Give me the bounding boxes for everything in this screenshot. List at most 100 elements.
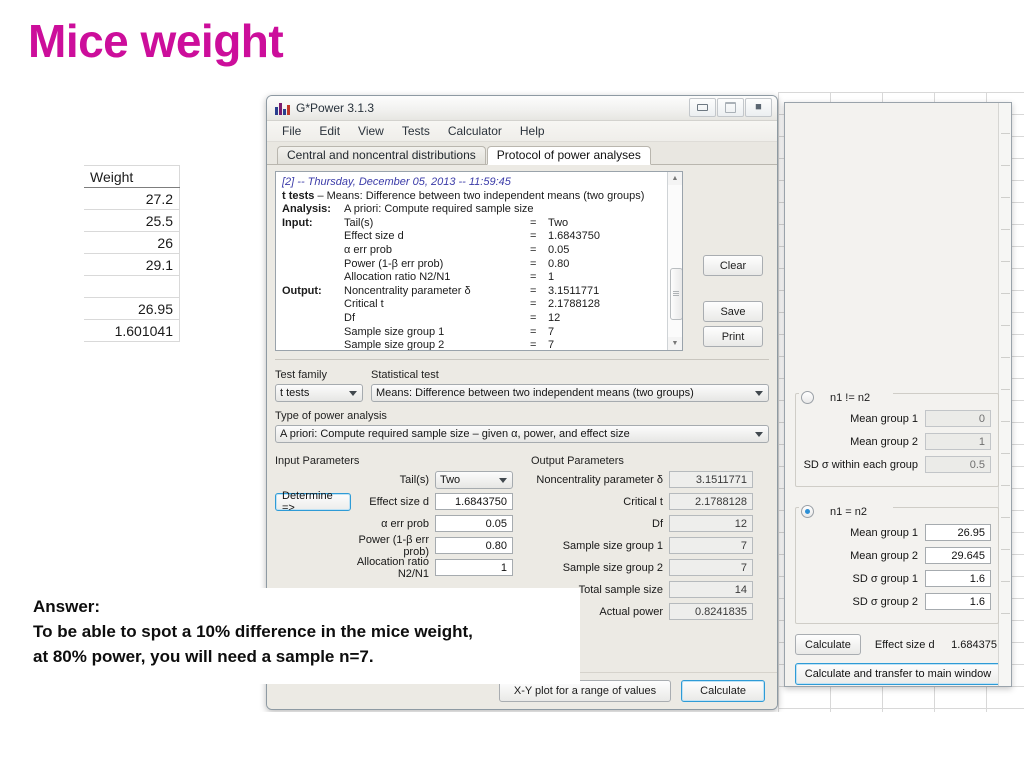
sd-group2-input[interactable]	[925, 593, 991, 610]
protocol-text-area[interactable]: [2] -- Thursday, December 05, 2013 -- 11…	[275, 171, 683, 351]
gpower-titlebar[interactable]: G*Power 3.1.3 ■	[267, 96, 777, 121]
chevron-down-icon	[755, 391, 763, 396]
sd-group1-input[interactable]	[925, 570, 991, 587]
clear-button[interactable]: Clear	[703, 255, 763, 276]
protocol-item-value: 12	[548, 311, 561, 324]
unequal-groups-legend[interactable]: n1 != n2	[799, 391, 893, 404]
minimize-icon[interactable]	[689, 98, 716, 117]
protocol-item-value: 3.1511771	[548, 284, 600, 297]
sample-size-group2-label: Sample size group 2	[562, 561, 663, 574]
statistical-test-label: Statistical test	[371, 369, 439, 381]
df-label: Df	[652, 517, 663, 530]
weight-cell-empty	[84, 275, 180, 298]
table-row: 25.5	[84, 209, 180, 232]
menu-item-view[interactable]: View	[349, 124, 393, 138]
protocol-item-name: Sample size group 1	[344, 325, 445, 338]
mean-group1-unequal-value: 0	[925, 410, 991, 427]
protocol-item-name: Allocation ratio N2/N1	[344, 271, 451, 284]
sample-size-group1-value: 7	[669, 537, 753, 554]
weight-cell: 29.1	[84, 253, 180, 276]
equal-groups-section: n1 = n2 Mean group 1 Mean group 2 SD σ g…	[795, 497, 999, 624]
effect-size-input[interactable]	[435, 493, 513, 510]
menu-item-file[interactable]: File	[273, 124, 310, 138]
alpha-err-prob-input[interactable]	[435, 515, 513, 532]
window-controls: ■	[688, 98, 772, 117]
protocol-eq: =	[530, 230, 537, 243]
maximize-icon[interactable]	[717, 98, 744, 117]
protocol-content: [2] -- Thursday, December 05, 2013 -- 11…	[276, 172, 682, 351]
esd-row-mean2-unequal: Mean group 2 1	[801, 433, 991, 450]
menu-item-tests[interactable]: Tests	[393, 124, 439, 138]
protocol-line: Df = 12	[282, 312, 676, 326]
esd-effect-size-value: 1.684375	[951, 638, 997, 651]
protocol-eq: =	[530, 325, 537, 338]
table-row: 26	[84, 231, 180, 254]
mean-group2-input[interactable]	[925, 547, 991, 564]
df-value: 12	[669, 515, 753, 532]
protocol-line: Output: Noncentrality parameter δ = 3.15…	[282, 285, 676, 299]
weight-column-header: Weight	[84, 165, 180, 188]
esd-row-sd-within: SD σ within each group 0.5	[801, 456, 991, 473]
answer-line-3: at 80% power, you will need a sample n=7…	[33, 647, 374, 666]
protocol-line: Effect size d = 1.6843750	[282, 230, 676, 244]
equal-groups-legend[interactable]: n1 = n2	[799, 505, 893, 518]
calculate-and-transfer-button[interactable]: Calculate and transfer to main window	[795, 663, 1001, 685]
protocol-line: Analysis: A priori: Compute required sam…	[282, 203, 676, 217]
test-family-select[interactable]: t tests	[275, 384, 363, 402]
radio-n1-equals-n2[interactable]	[801, 505, 814, 518]
unequal-groups-label: n1 != n2	[830, 391, 871, 404]
noncentrality-label: Noncentrality parameter δ	[536, 473, 663, 486]
radio-n1-not-equal-n2[interactable]	[801, 391, 814, 404]
protocol-button-column: Clear Save Print	[703, 171, 767, 351]
statistical-test-select[interactable]: Means: Difference between two independen…	[371, 384, 769, 402]
power-input[interactable]	[435, 537, 513, 554]
tails-select[interactable]: Two	[435, 470, 513, 489]
esd-row-sd2: SD σ group 2	[801, 593, 991, 610]
scrollbar-thumb[interactable]	[670, 268, 682, 320]
sd-within-each-group-value: 0.5	[925, 456, 991, 473]
effect-size-dialog-scrollbar[interactable]	[998, 103, 1011, 686]
tab-central-distributions[interactable]: Central and noncentral distributions	[277, 146, 486, 164]
protocol-scrollbar[interactable]: ▲ ▼	[667, 172, 682, 350]
param-row-critical-t: Critical t 2.1788128	[531, 492, 769, 511]
protocol-eq: =	[530, 298, 537, 311]
protocol-line: Power (1-β err prob) = 0.80	[282, 258, 676, 272]
param-row-tails: Tail(s) Two	[275, 470, 523, 489]
param-row-power: Power (1-β err prob)	[275, 534, 523, 558]
allocation-ratio-label: Allocation ratio N2/N1	[356, 555, 429, 580]
protocol-test-line: t tests – Means: Difference between two …	[282, 190, 676, 204]
protocol-line: Sample size group 1 = 7	[282, 326, 676, 340]
unequal-groups-section: n1 != n2 Mean group 1 0 Mean group 2 1 S…	[795, 383, 999, 487]
mean-group2-label: Mean group 2	[850, 549, 918, 562]
esd-calculate-button[interactable]: Calculate	[795, 634, 861, 655]
mean-group2-unequal-label: Mean group 2	[850, 435, 918, 448]
tails-label: Tail(s)	[399, 473, 429, 486]
mean-group1-input[interactable]	[925, 524, 991, 541]
protocol-item-name: Power (1-β err prob)	[344, 257, 444, 270]
protocol-eq: =	[530, 284, 537, 297]
table-row: 26.95	[84, 297, 180, 320]
protocol-item-name: Sample size group 2	[344, 339, 445, 351]
menu-item-calculator[interactable]: Calculator	[439, 124, 511, 138]
scroll-down-icon[interactable]: ▼	[668, 337, 682, 350]
close-icon[interactable]: ■	[745, 98, 772, 117]
tails-value: Two	[440, 473, 461, 486]
param-row-n1: Sample size group 1 7	[531, 536, 769, 555]
protocol-item-value: 1	[548, 271, 555, 284]
protocol-section-label	[282, 258, 344, 272]
power-analysis-label: Type of power analysis	[275, 410, 387, 422]
protocol-item-name: α err prob	[344, 243, 392, 256]
esd-row-mean1: Mean group 1	[801, 524, 991, 541]
power-analysis-select[interactable]: A priori: Compute required sample size –…	[275, 425, 769, 443]
tab-protocol-of-power-analyses[interactable]: Protocol of power analyses	[486, 146, 651, 165]
calculate-button[interactable]: Calculate	[681, 680, 765, 702]
menu-item-edit[interactable]: Edit	[310, 124, 349, 138]
input-parameters-title: Input Parameters	[275, 455, 360, 467]
print-button[interactable]: Print	[703, 326, 763, 347]
determine-button[interactable]: Determine =>	[275, 490, 351, 514]
save-button[interactable]: Save	[703, 301, 763, 322]
protocol-eq: =	[530, 339, 537, 351]
allocation-ratio-input[interactable]	[435, 559, 513, 576]
scroll-up-icon[interactable]: ▲	[668, 172, 682, 185]
menu-item-help[interactable]: Help	[511, 124, 554, 138]
